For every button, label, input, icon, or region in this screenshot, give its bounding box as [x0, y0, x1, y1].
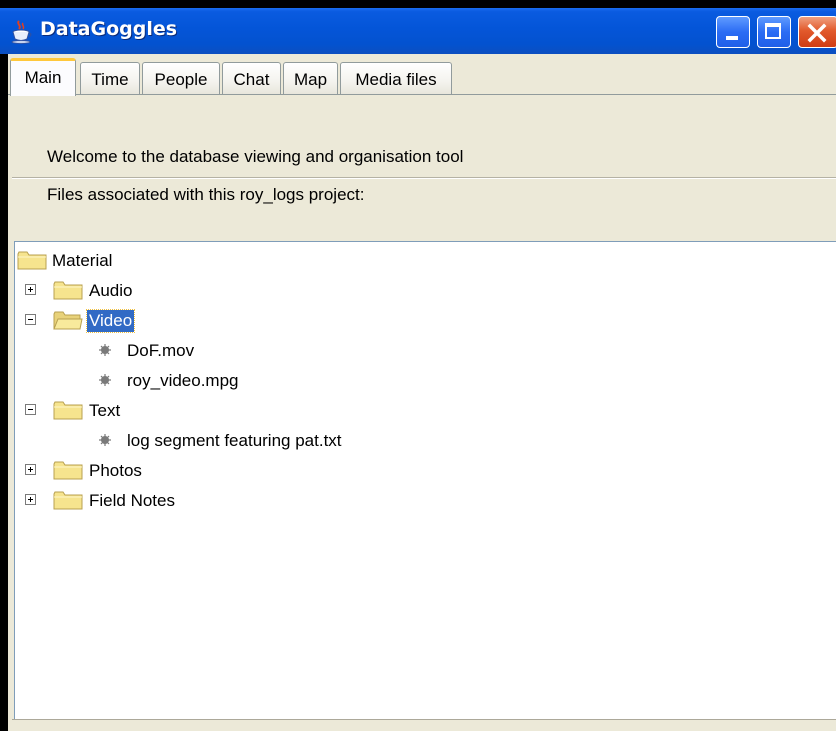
folder-icon — [53, 401, 83, 420]
tree-label: Field Notes — [89, 491, 175, 510]
java-cup-icon — [10, 20, 32, 44]
expand-icon[interactable] — [25, 494, 36, 505]
window-title: DataGoggles — [40, 18, 178, 40]
tree-label: Photos — [89, 461, 142, 480]
separator-highlight — [12, 178, 836, 179]
tree-label: Audio — [89, 281, 133, 300]
tab-media-files[interactable]: Media files — [340, 62, 452, 94]
main-panel: Welcome to the database viewing and orga… — [12, 95, 836, 731]
expand-icon[interactable] — [25, 284, 36, 295]
folder-icon — [53, 491, 83, 510]
client-area: Main Time People Chat Map Media files We… — [8, 54, 836, 731]
panel-bottom-edge — [12, 719, 836, 731]
app-window: DataGoggles Main Time People Chat Map Me… — [0, 0, 836, 731]
collapse-icon[interactable] — [25, 404, 36, 415]
tab-label: Time — [91, 70, 129, 89]
tree-label: Video — [85, 309, 136, 333]
file-bullet-icon — [99, 434, 111, 446]
tab-label: Main — [24, 68, 62, 87]
close-button[interactable] — [798, 16, 836, 48]
files-label: Files associated with this roy_logs proj… — [47, 185, 365, 204]
maximize-button[interactable] — [757, 16, 791, 48]
minimize-button[interactable] — [716, 16, 750, 48]
folder-icon — [53, 281, 83, 300]
tree-label: log segment featuring pat.txt — [127, 431, 342, 450]
tree-label: Text — [89, 401, 121, 420]
tab-chat[interactable]: Chat — [222, 62, 281, 94]
tab-map[interactable]: Map — [283, 62, 338, 94]
collapse-icon[interactable] — [25, 314, 36, 325]
tree-label: roy_video.mpg — [127, 371, 239, 390]
tab-label: Map — [293, 70, 328, 89]
tab-bar: Main Time People Chat Map Media files — [8, 54, 836, 96]
tab-main[interactable]: Main — [10, 58, 76, 96]
title-bar[interactable]: DataGoggles — [0, 8, 836, 54]
close-icon — [807, 23, 827, 43]
folder-open-icon — [53, 311, 83, 330]
expand-icon[interactable] — [25, 464, 36, 475]
folder-icon — [53, 461, 83, 480]
tree-label: DoF.mov — [127, 341, 195, 360]
tab-label: Chat — [233, 70, 270, 89]
file-bullet-icon — [99, 344, 111, 356]
file-tree[interactable]: Material Audio Video DoF.mov roy_video.m… — [14, 241, 836, 719]
tab-time[interactable]: Time — [80, 62, 140, 94]
tree-label: Material — [52, 251, 113, 270]
welcome-text: Welcome to the database viewing and orga… — [47, 147, 464, 166]
file-bullet-icon — [99, 374, 111, 386]
tab-label: Media files — [355, 70, 437, 89]
folder-icon — [17, 251, 47, 270]
tab-label: People — [154, 70, 208, 89]
tab-people[interactable]: People — [142, 62, 220, 94]
